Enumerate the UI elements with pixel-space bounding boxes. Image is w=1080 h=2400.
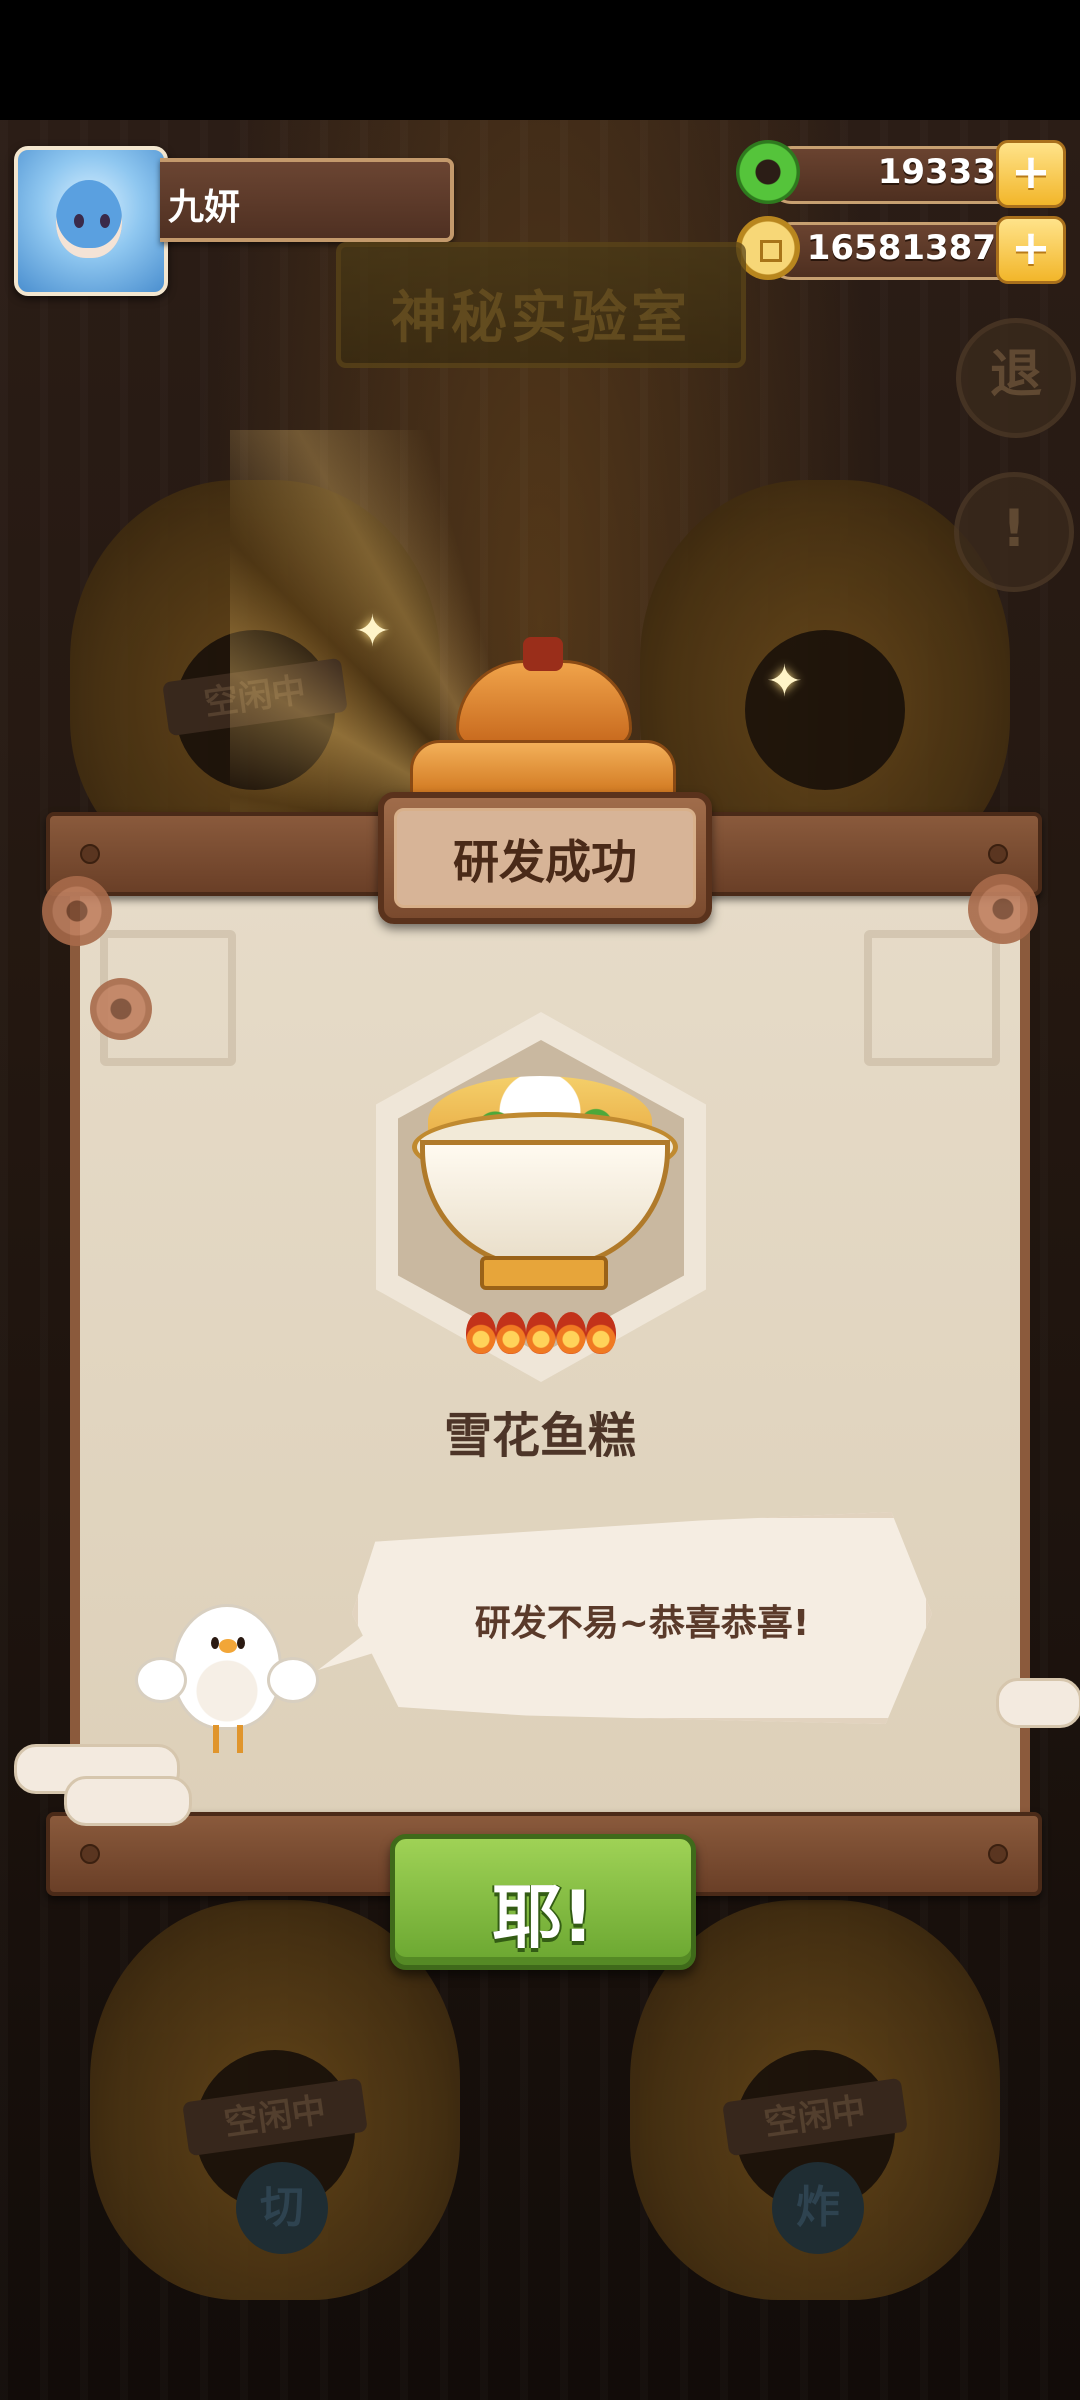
chick-leg [237, 1725, 243, 1753]
coin-amount: 16581387 [806, 228, 996, 268]
flower-ornament-icon [90, 978, 152, 1040]
avatar-eye [74, 214, 84, 228]
chick-beak [219, 1639, 237, 1653]
confirm-button[interactable]: 耶! [390, 1834, 696, 1970]
chick-eye [237, 1637, 245, 1649]
pot-lid-base [410, 740, 676, 796]
player-name: 九妍 [168, 187, 241, 228]
station-cut-badge: 切 [236, 2162, 328, 2254]
add-coins-button[interactable]: + [996, 216, 1066, 284]
chick-leg [213, 1725, 219, 1753]
nail-icon [988, 1844, 1008, 1864]
dish-name: 雪花鱼糕 [443, 1408, 636, 1464]
avatar-eye [100, 214, 110, 228]
nail-icon [80, 844, 100, 864]
confirm-label: 耶! [492, 1876, 594, 1958]
speech-text: 研发不易~恭喜恭喜! [474, 1603, 810, 1644]
success-title: 研发成功 [453, 835, 637, 889]
player-avatar[interactable] [14, 146, 168, 296]
flame-icon [556, 1312, 586, 1354]
jade-currency: 19333 + [736, 140, 1066, 208]
flower-ornament-icon [968, 874, 1038, 944]
info-button[interactable]: ! [954, 472, 1074, 592]
chick-eye [211, 1637, 219, 1649]
cloud-ornament [996, 1678, 1080, 1728]
speech-bubble: 研发不易~恭喜恭喜! [352, 1512, 932, 1724]
success-banner: 研发成功 [378, 792, 712, 924]
room-title: 神秘实验室 [391, 286, 691, 351]
exit-button[interactable]: 退 [956, 318, 1076, 438]
coin-currency: 16581387 + [736, 216, 1066, 284]
cloud-ornament [64, 1776, 192, 1826]
chick-wing [135, 1657, 187, 1703]
flame-icon [586, 1312, 616, 1354]
add-jade-button[interactable]: + [996, 140, 1066, 208]
bowl-foot [480, 1256, 608, 1290]
chick-wing [267, 1657, 319, 1703]
lid-knob [523, 637, 563, 671]
avatar-character [56, 180, 122, 258]
player-name-plate: 九妍 [160, 158, 454, 242]
flame-icon [466, 1312, 496, 1354]
flame-icon [526, 1312, 556, 1354]
nail-icon [80, 1844, 100, 1864]
sparkle-icon: ✦ [354, 606, 391, 657]
flame-rating [466, 1312, 616, 1358]
sparkle-icon: ✦ [766, 656, 803, 707]
chick-mascot-icon [135, 1604, 319, 1753]
flame-icon [496, 1312, 526, 1354]
jade-icon [736, 140, 800, 204]
nail-icon [988, 844, 1008, 864]
flower-ornament-icon [42, 876, 112, 946]
room-title-plate: 神秘实验室 [336, 242, 746, 368]
station-fry-badge: 炸 [772, 2162, 864, 2254]
jade-amount: 19333 [877, 152, 996, 192]
